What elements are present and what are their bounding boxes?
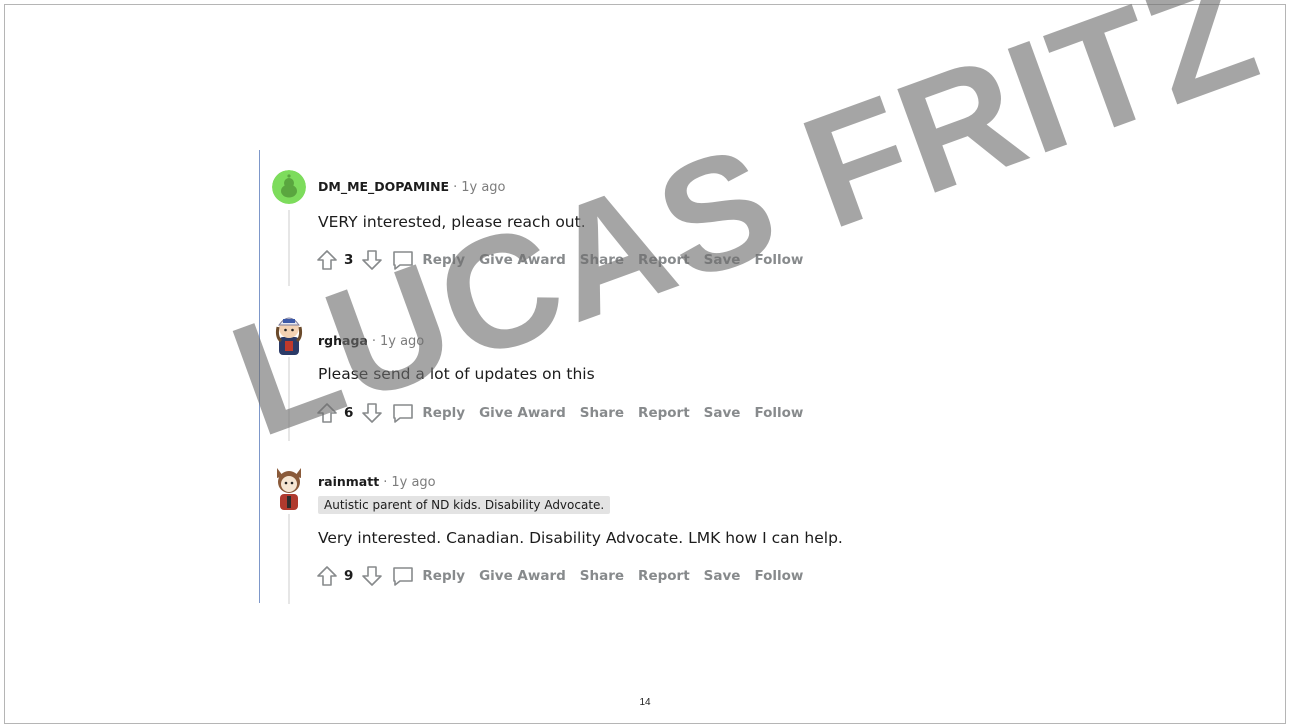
- share-button[interactable]: Share: [580, 568, 624, 584]
- save-button[interactable]: Save: [704, 568, 741, 584]
- arrow-down-icon[interactable]: [361, 249, 383, 271]
- vote-count: 9: [344, 568, 354, 584]
- username[interactable]: rghaga: [318, 333, 368, 348]
- vote-count: 3: [344, 252, 354, 268]
- save-button[interactable]: Save: [704, 252, 741, 268]
- report-button[interactable]: Report: [638, 405, 690, 421]
- vote-count: 6: [344, 405, 354, 421]
- avatar[interactable]: [272, 464, 306, 512]
- page-number: 14: [639, 697, 651, 708]
- report-button[interactable]: Report: [638, 252, 690, 268]
- comment-body: VERY interested, please reach out.: [318, 213, 586, 231]
- snoo-avatar-icon: [272, 170, 306, 204]
- username[interactable]: DM_ME_DOPAMINE: [318, 179, 449, 194]
- comment-meta: rghaga · 1y ago: [318, 333, 424, 349]
- comment-collapse-line[interactable]: [288, 514, 290, 604]
- report-button[interactable]: Report: [638, 568, 690, 584]
- timestamp[interactable]: 1y ago: [380, 334, 424, 349]
- give-award-button[interactable]: Give Award: [479, 405, 566, 421]
- comment-collapse-line[interactable]: [288, 210, 290, 286]
- reply-button[interactable]: Reply: [422, 405, 465, 421]
- follow-button[interactable]: Follow: [754, 405, 803, 421]
- save-button[interactable]: Save: [704, 405, 741, 421]
- speech-bubble-icon[interactable]: [391, 564, 415, 588]
- speech-bubble-icon[interactable]: [391, 248, 415, 272]
- comment-body: Please send a lot of updates on this: [318, 365, 595, 383]
- comment-body: Very interested. Canadian. Disability Ad…: [318, 529, 843, 547]
- timestamp[interactable]: 1y ago: [461, 180, 505, 195]
- comment-meta: rainmatt · 1y ago: [318, 474, 436, 490]
- arrow-down-icon[interactable]: [361, 402, 383, 424]
- user-avatar-icon: [275, 317, 303, 355]
- slide-frame: [4, 4, 1286, 724]
- comment-actions: 6 Reply Give Award Share Report Save Fol…: [316, 401, 817, 425]
- share-button[interactable]: Share: [580, 405, 624, 421]
- give-award-button[interactable]: Give Award: [479, 252, 566, 268]
- reply-button[interactable]: Reply: [422, 252, 465, 268]
- follow-button[interactable]: Follow: [754, 568, 803, 584]
- separator: ·: [371, 334, 376, 349]
- comment-meta: DM_ME_DOPAMINE · 1y ago: [318, 179, 506, 195]
- reply-button[interactable]: Reply: [422, 568, 465, 584]
- user-avatar-icon: [277, 468, 301, 510]
- arrow-down-icon[interactable]: [361, 565, 383, 587]
- avatar[interactable]: [272, 311, 306, 357]
- timestamp[interactable]: 1y ago: [391, 475, 435, 490]
- arrow-up-icon[interactable]: [316, 565, 338, 587]
- speech-bubble-icon[interactable]: [391, 401, 415, 425]
- share-button[interactable]: Share: [580, 252, 624, 268]
- avatar[interactable]: [272, 170, 306, 204]
- user-flair: Autistic parent of ND kids. Disability A…: [318, 496, 611, 514]
- comment-actions: 3 Reply Give Award Share Report Save Fol…: [316, 248, 817, 272]
- separator: ·: [453, 180, 458, 195]
- give-award-button[interactable]: Give Award: [479, 568, 566, 584]
- comment-collapse-line[interactable]: [288, 357, 290, 441]
- arrow-up-icon[interactable]: [316, 402, 338, 424]
- comment-actions: 9 Reply Give Award Share Report Save Fol…: [316, 564, 817, 588]
- thread-line[interactable]: [259, 150, 260, 603]
- username[interactable]: rainmatt: [318, 474, 379, 489]
- arrow-up-icon[interactable]: [316, 249, 338, 271]
- follow-button[interactable]: Follow: [754, 252, 803, 268]
- separator: ·: [383, 475, 388, 490]
